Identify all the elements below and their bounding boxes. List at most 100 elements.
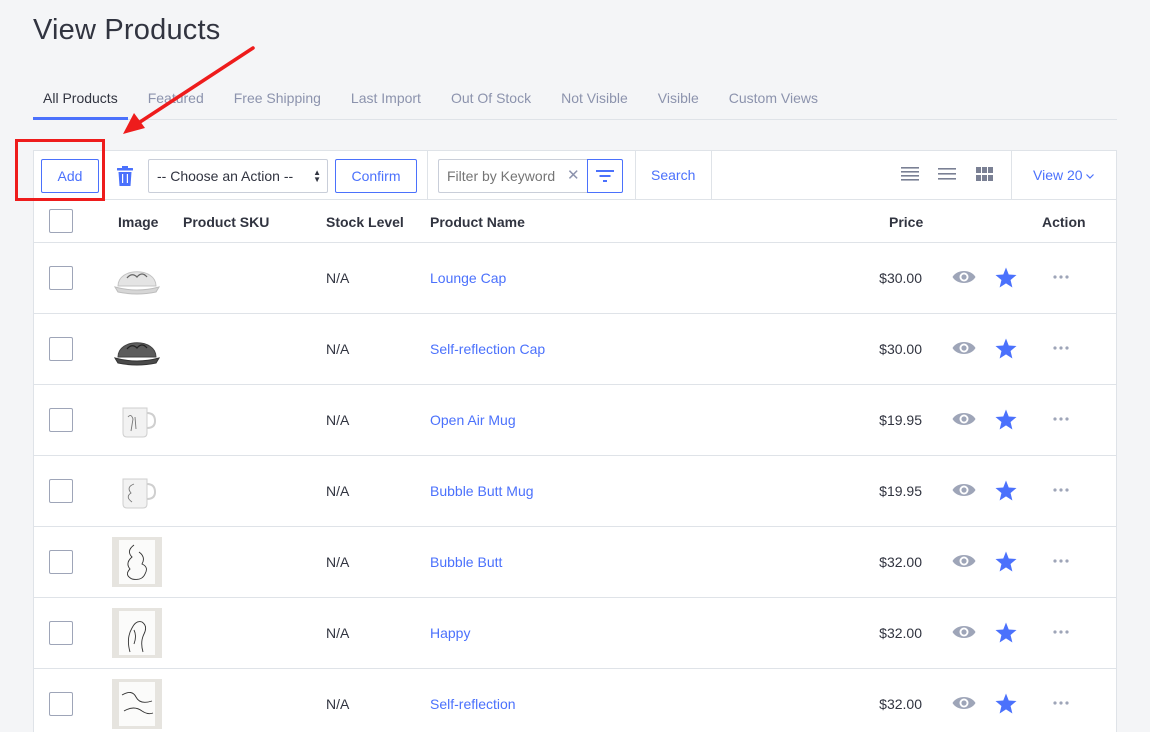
more-icon[interactable] <box>1053 559 1069 563</box>
stock-level: N/A <box>326 412 350 428</box>
table-row: N/A Self-reflection Cap $30.00 <box>34 314 1116 385</box>
row-checkbox[interactable] <box>49 479 73 503</box>
confirm-button[interactable]: Confirm <box>335 159 417 193</box>
product-thumbnail[interactable] <box>112 324 162 374</box>
product-name-link[interactable]: Self-reflection Cap <box>430 341 545 357</box>
star-icon[interactable] <box>995 551 1017 572</box>
table-row: N/A Open Air Mug $19.95 <box>34 385 1116 456</box>
eye-icon[interactable] <box>952 269 976 285</box>
tab-custom-views[interactable]: Custom Views <box>719 80 828 120</box>
filter-button[interactable] <box>587 159 623 193</box>
product-price: $19.95 <box>879 412 922 428</box>
row-checkbox[interactable] <box>49 621 73 645</box>
eye-icon[interactable] <box>952 482 976 498</box>
product-price: $30.00 <box>879 270 922 286</box>
bulk-action-select[interactable]: -- Choose an Action -- ▲ ▼ <box>148 159 328 193</box>
star-icon[interactable] <box>995 480 1017 501</box>
product-name-link[interactable]: Bubble Butt <box>430 554 502 570</box>
keyword-filter-input[interactable] <box>438 159 588 193</box>
stock-level: N/A <box>326 625 350 641</box>
product-name-link[interactable]: Open Air Mug <box>430 412 516 428</box>
star-icon[interactable] <box>995 267 1017 288</box>
product-thumbnail[interactable] <box>112 395 162 445</box>
stock-level: N/A <box>326 696 350 712</box>
search-button[interactable]: Search <box>651 167 695 183</box>
star-icon[interactable] <box>995 622 1017 643</box>
eye-icon[interactable] <box>952 695 976 711</box>
stock-level: N/A <box>326 483 350 499</box>
table-row: N/A Bubble Butt Mug $19.95 <box>34 456 1116 527</box>
star-icon[interactable] <box>995 409 1017 430</box>
star-icon[interactable] <box>995 338 1017 359</box>
list-view-icon[interactable] <box>901 167 919 181</box>
more-icon[interactable] <box>1053 630 1069 634</box>
products-panel: Add -- Choose an Action -- ▲▼ Confirm ✕ <box>33 150 1117 732</box>
product-thumbnail[interactable] <box>112 608 162 658</box>
table-row: N/A Bubble Butt $32.00 <box>34 527 1116 598</box>
product-thumbnail[interactable] <box>112 466 162 516</box>
filter-icon <box>596 170 614 182</box>
product-name-link[interactable]: Lounge Cap <box>430 270 506 286</box>
more-icon[interactable] <box>1053 701 1069 705</box>
add-button[interactable]: Add <box>41 159 99 193</box>
row-checkbox[interactable] <box>49 692 73 716</box>
more-icon[interactable] <box>1053 275 1069 279</box>
eye-icon[interactable] <box>952 624 976 640</box>
toolbar-divider <box>711 151 712 199</box>
column-header-price[interactable]: Price <box>889 214 923 230</box>
product-price: $30.00 <box>879 341 922 357</box>
tab-visible[interactable]: Visible <box>648 80 709 120</box>
toolbar-divider <box>635 151 636 199</box>
row-checkbox[interactable] <box>49 337 73 361</box>
more-icon[interactable] <box>1053 417 1069 421</box>
compact-list-icon[interactable] <box>938 168 956 180</box>
stock-level: N/A <box>326 341 350 357</box>
toolbar-divider <box>1011 151 1012 199</box>
more-icon[interactable] <box>1053 488 1069 492</box>
tab-all-products[interactable]: All Products <box>33 80 128 120</box>
table-row: N/A Lounge Cap $30.00 <box>34 243 1116 314</box>
tab-out-of-stock[interactable]: Out Of Stock <box>441 80 541 120</box>
table-row: N/A Self-reflection $32.00 <box>34 669 1116 732</box>
delete-button[interactable] <box>110 159 140 193</box>
eye-icon[interactable] <box>952 340 976 356</box>
clear-icon[interactable]: ✕ <box>567 166 580 184</box>
product-thumbnail[interactable] <box>112 253 162 303</box>
view-count-dropdown[interactable]: View 20 <box>1033 167 1095 183</box>
product-price: $32.00 <box>879 625 922 641</box>
stock-level: N/A <box>326 270 350 286</box>
column-header-name[interactable]: Product Name <box>430 214 525 230</box>
more-icon[interactable] <box>1053 346 1069 350</box>
trash-icon <box>117 166 133 186</box>
column-header-image: Image <box>118 214 159 230</box>
product-name-link[interactable]: Bubble Butt Mug <box>430 483 534 499</box>
column-header-action: Action <box>1042 214 1086 230</box>
select-all-checkbox[interactable] <box>49 209 73 233</box>
row-checkbox[interactable] <box>49 266 73 290</box>
table-header: Image Product SKU Stock Level Product Na… <box>34 200 1116 243</box>
tab-not-visible[interactable]: Not Visible <box>551 80 638 120</box>
column-header-stock[interactable]: Stock Level <box>326 214 404 230</box>
table-row: N/A Happy $32.00 <box>34 598 1116 669</box>
product-price: $32.00 <box>879 554 922 570</box>
tab-free-shipping[interactable]: Free Shipping <box>224 80 331 120</box>
tab-last-import[interactable]: Last Import <box>341 80 431 120</box>
column-header-sku[interactable]: Product SKU <box>183 214 269 230</box>
star-icon[interactable] <box>995 693 1017 714</box>
eye-icon[interactable] <box>952 553 976 569</box>
eye-icon[interactable] <box>952 411 976 427</box>
toolbar-divider <box>427 151 428 199</box>
grid-view-icon[interactable] <box>976 167 993 181</box>
tab-featured[interactable]: Featured <box>138 80 214 120</box>
page-title: View Products <box>33 14 221 46</box>
product-thumbnail[interactable] <box>112 537 162 587</box>
view-count-label: View 20 <box>1033 167 1083 183</box>
row-checkbox[interactable] <box>49 408 73 432</box>
product-name-link[interactable]: Happy <box>430 625 470 641</box>
product-name-link[interactable]: Self-reflection <box>430 696 516 712</box>
product-price: $19.95 <box>879 483 922 499</box>
stock-level: N/A <box>326 554 350 570</box>
product-tabs: All Products Featured Free Shipping Last… <box>33 80 1117 120</box>
row-checkbox[interactable] <box>49 550 73 574</box>
product-thumbnail[interactable] <box>112 679 162 729</box>
